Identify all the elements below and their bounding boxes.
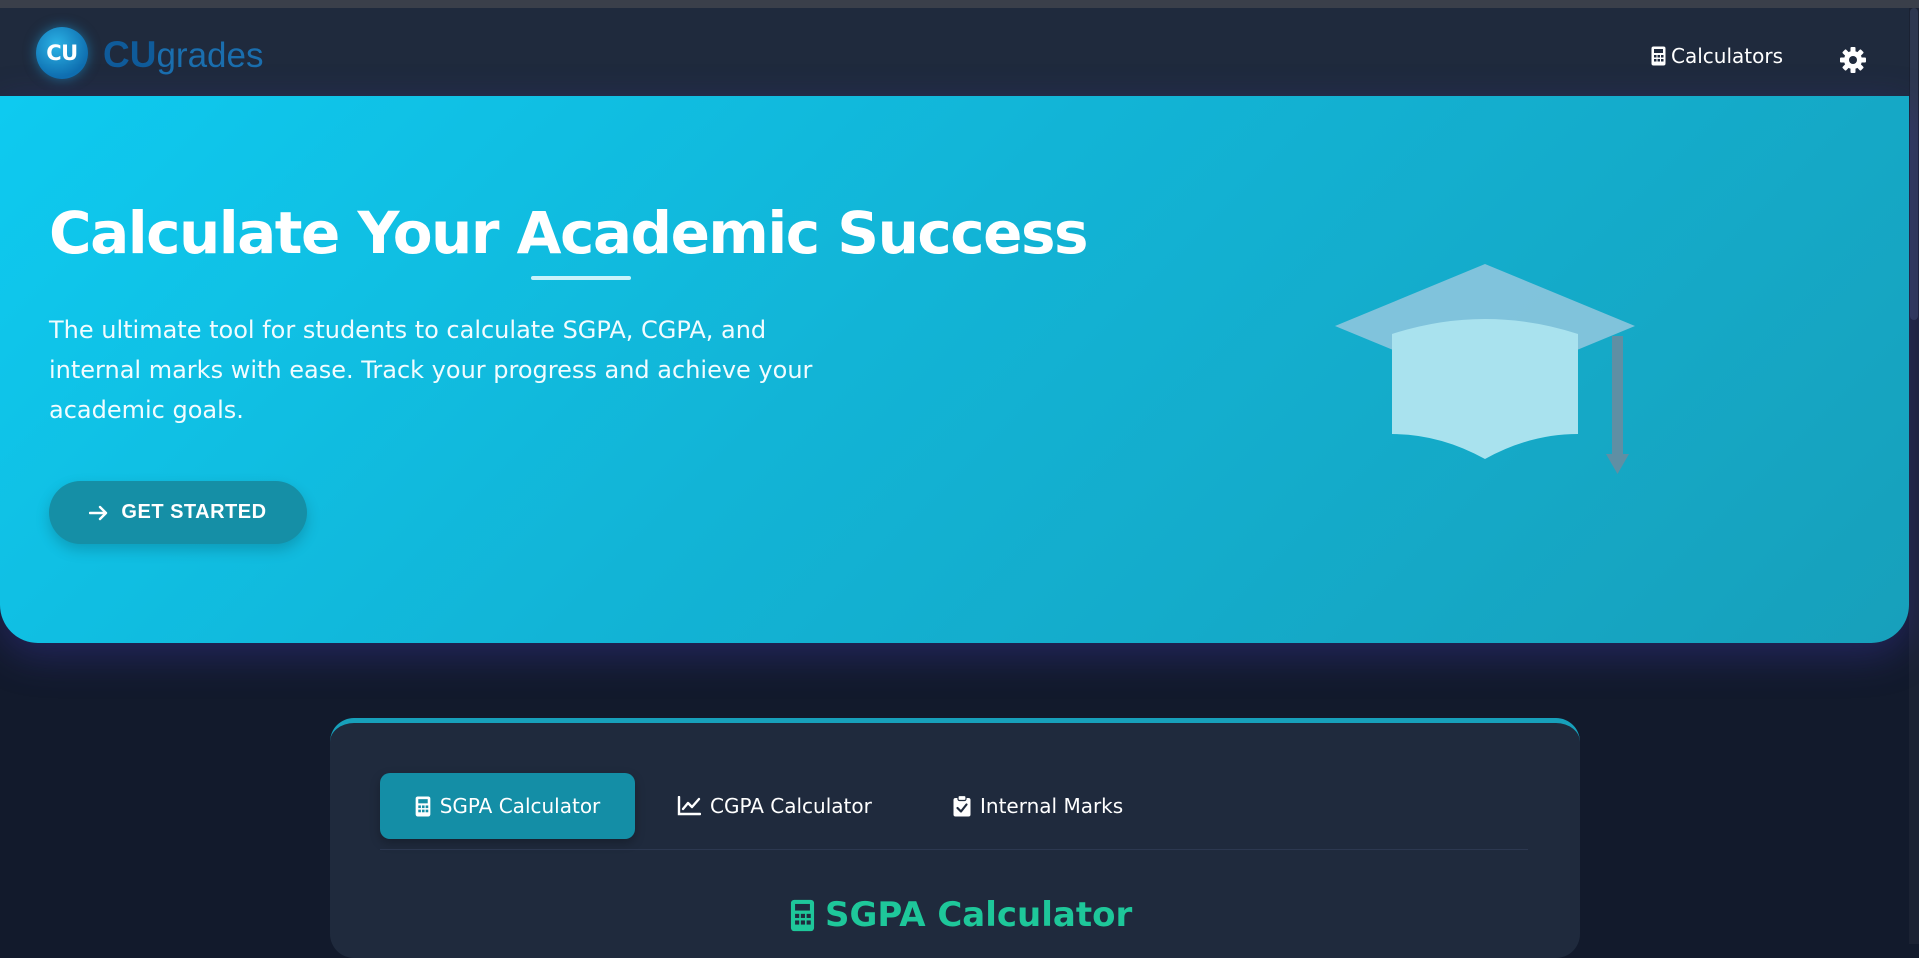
logo-badge[interactable]: CU xyxy=(36,27,88,79)
calculator-icon xyxy=(415,796,431,816)
logo-wordmark-strong: CU xyxy=(103,34,157,75)
calculator-icon xyxy=(790,899,815,931)
arrow-right-icon xyxy=(89,505,108,520)
chart-line-icon xyxy=(677,796,701,816)
graduation-cap-icon xyxy=(1335,264,1635,474)
navbar: CU CUgrades Calculators xyxy=(0,8,1909,96)
tab-internal-marks[interactable]: Internal Marks xyxy=(953,773,1123,839)
logo-wordmark-light: grades xyxy=(156,36,264,75)
logo-wordmark[interactable]: CUgrades xyxy=(103,34,263,76)
tab-label: SGPA Calculator xyxy=(439,794,601,818)
clipboard-check-icon xyxy=(953,795,971,817)
hero-title: Calculate Your Academic Success xyxy=(49,199,1089,267)
hero-section: Calculate Your Academic Success The ulti… xyxy=(0,96,1909,643)
nav-calculators-link[interactable]: Calculators xyxy=(1651,44,1783,68)
tab-cgpa-calculator[interactable]: CGPA Calculator xyxy=(677,773,872,839)
tab-label: Internal Marks xyxy=(980,794,1124,818)
hero-title-underline xyxy=(531,276,631,280)
get-started-button[interactable]: GET STARTED xyxy=(49,481,307,544)
browser-top-strip xyxy=(0,0,1919,8)
tab-sgpa-calculator[interactable]: SGPA Calculator xyxy=(380,773,635,839)
section-title: SGPA Calculator xyxy=(790,895,1132,935)
scrollbar-thumb[interactable] xyxy=(1910,8,1918,320)
get-started-label: GET STARTED xyxy=(121,501,267,523)
hero-description: The ultimate tool for students to calcul… xyxy=(49,316,813,424)
tabs-divider xyxy=(380,849,1528,850)
calculator-icon xyxy=(1651,46,1666,66)
section-title-text: SGPA Calculator xyxy=(825,895,1133,935)
calculator-card: SGPA Calculator CGPA Calculator Internal… xyxy=(330,718,1580,958)
nav-calculators-label: Calculators xyxy=(1671,44,1783,68)
settings-button[interactable] xyxy=(1839,46,1867,74)
gear-icon xyxy=(1840,47,1866,73)
tab-label: CGPA Calculator xyxy=(710,794,872,818)
